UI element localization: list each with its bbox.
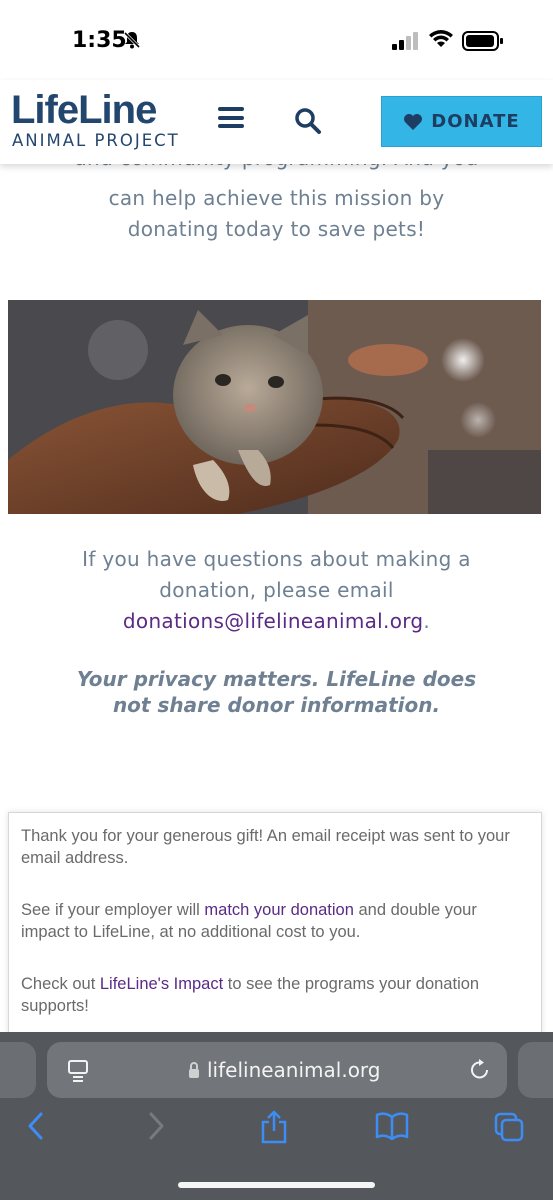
- cellular-signal-icon: [392, 32, 418, 50]
- heart-icon: [404, 113, 423, 130]
- logo-main-text: LifeLine: [11, 88, 157, 132]
- mission-line-2: donating today to save pets!: [127, 217, 426, 241]
- donation-questions-text: If you have questions about making a don…: [60, 544, 493, 637]
- address-bar[interactable]: lifelineanimal.org: [47, 1042, 507, 1098]
- email-suffix: .: [423, 609, 431, 633]
- privacy-notice: Your privacy matters. LifeLine does not …: [70, 666, 483, 718]
- status-bar: 1:35: [0, 0, 553, 80]
- home-indicator: [178, 1182, 375, 1188]
- questions-line-1: If you have questions about making a: [82, 547, 471, 571]
- wifi-icon: [429, 30, 453, 47]
- donate-button[interactable]: DONATE: [381, 96, 542, 147]
- questions-line-2: donation, please email: [159, 578, 394, 602]
- donations-email-link[interactable]: donations@lifelineanimal.org: [123, 609, 424, 633]
- forward-icon[interactable]: [146, 1112, 166, 1140]
- url-text: lifelineanimal.org: [207, 1058, 381, 1082]
- bookmarks-icon[interactable]: [375, 1112, 409, 1140]
- impact-before: Check out: [21, 975, 100, 993]
- privacy-line-2: not share donor information.: [112, 693, 441, 717]
- battery-icon: [462, 31, 503, 51]
- mission-line-1: can help achieve this mission by: [108, 186, 445, 210]
- employer-match-before: See if your employer will: [21, 901, 205, 919]
- kitten-in-hand-image: [8, 300, 541, 514]
- browser-toolbar: lifelineanimal.org: [0, 1032, 553, 1200]
- page-menu-icon[interactable]: [67, 1059, 89, 1083]
- receipt-message: Thank you for your generous gift! An ema…: [21, 827, 510, 867]
- logo-sub-text: ANIMAL PROJECT: [12, 131, 180, 150]
- reload-icon[interactable]: [469, 1058, 491, 1082]
- impact-message: Check out LifeLine's Impact to see the p…: [21, 973, 526, 1017]
- status-time: 1:35: [72, 28, 127, 53]
- share-icon[interactable]: [259, 1110, 289, 1144]
- tabs-icon[interactable]: [494, 1112, 526, 1144]
- previous-tab-preview[interactable]: [0, 1042, 36, 1098]
- employer-match-message: See if your employer will match your don…: [21, 899, 526, 943]
- next-tab-preview[interactable]: [518, 1042, 553, 1098]
- thank-you-card: Thank you for your generous gift! An ema…: [8, 812, 542, 1040]
- hamburger-menu-icon[interactable]: [218, 107, 246, 135]
- privacy-line-1: Your privacy matters. LifeLine does: [76, 667, 477, 691]
- mission-text: can help achieve this mission by donatin…: [60, 183, 493, 245]
- lock-icon: [189, 1062, 199, 1078]
- lifeline-logo[interactable]: LifeLine ANIMAL PROJECT: [11, 90, 181, 152]
- search-icon[interactable]: [294, 107, 322, 135]
- bell-slash-icon: [123, 31, 141, 49]
- lifeline-impact-link[interactable]: LifeLine's Impact: [100, 975, 223, 993]
- back-icon[interactable]: [26, 1112, 46, 1140]
- site-header: LifeLine ANIMAL PROJECT DONATE: [0, 80, 553, 164]
- match-donation-link[interactable]: match your donation: [204, 901, 354, 919]
- donate-label: DONATE: [431, 111, 520, 132]
